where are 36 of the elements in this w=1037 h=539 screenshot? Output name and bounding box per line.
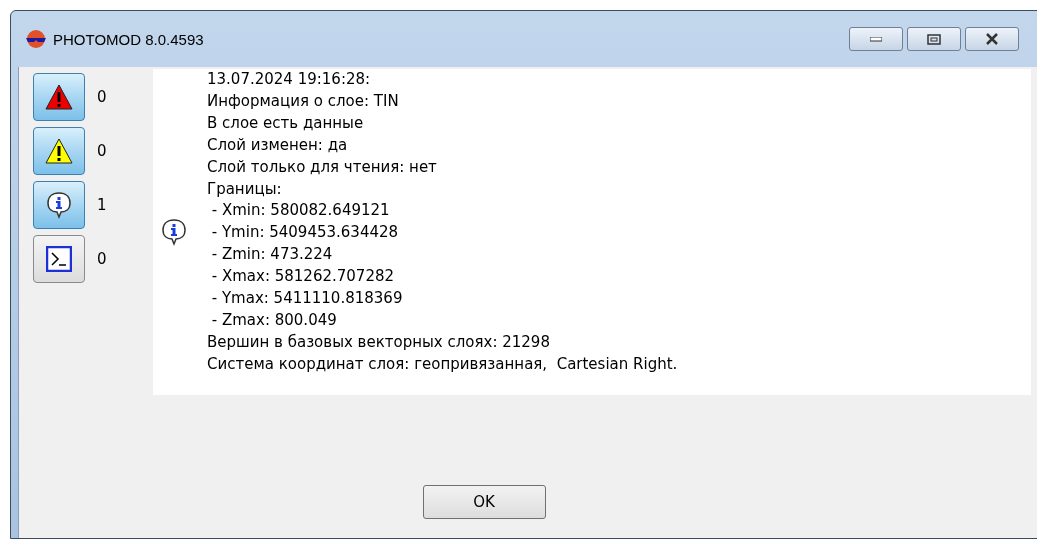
maximize-icon — [927, 33, 941, 45]
app-logo-icon — [25, 29, 47, 49]
minimize-button[interactable] — [849, 27, 903, 51]
info-icon — [46, 191, 72, 219]
message-line: Слой изменен: да — [207, 134, 349, 156]
error-icon — [45, 84, 73, 110]
close-button[interactable] — [965, 27, 1019, 51]
warning-icon — [45, 138, 73, 164]
message-line: Информация о слое: TIN — [207, 90, 400, 112]
minimize-icon — [870, 36, 882, 42]
message-line: Система координат слоя: геопривязанная, Cartesian Right. — [207, 353, 678, 375]
maximize-button[interactable] — [907, 27, 961, 51]
ok-button[interactable]: OK — [422, 485, 546, 519]
filter-toggle-button[interactable] — [33, 73, 85, 121]
filter-toggle-button[interactable] — [33, 181, 85, 229]
message-line: - Zmax: 800.049 — [210, 309, 338, 331]
message-line: Вершин в базовых векторных слоях: 21298 — [207, 331, 551, 353]
message-line: - Zmin: 473.224 — [210, 244, 334, 266]
message-line: В слое есть данные — [207, 112, 365, 134]
message-count: 0 — [97, 88, 107, 106]
message-line: 13.07.2024 19:16:28: — [207, 69, 372, 90]
window-title: PHOTOMOD 8.0.4593 — [53, 30, 205, 48]
filter-toggle-button[interactable] — [33, 127, 85, 175]
message-line: - Xmin: 580082.649121 — [210, 200, 391, 222]
message-line: Слой только для чтения: нет — [207, 156, 438, 178]
message-line: Границы: — [207, 178, 283, 200]
message-line: - Ymin: 5409453.634428 — [210, 222, 400, 244]
message-count: 1 — [97, 196, 107, 214]
message-line: - Ymax: 5411110.818369 — [210, 288, 404, 310]
close-icon — [985, 33, 999, 45]
info-icon — [161, 218, 187, 246]
message-count: 0 — [97, 142, 107, 160]
message-line: - Xmax: 581262.707282 — [210, 266, 396, 288]
message-count: 0 — [97, 250, 107, 268]
console-icon — [46, 246, 72, 272]
filter-toggle-button[interactable] — [33, 235, 85, 283]
